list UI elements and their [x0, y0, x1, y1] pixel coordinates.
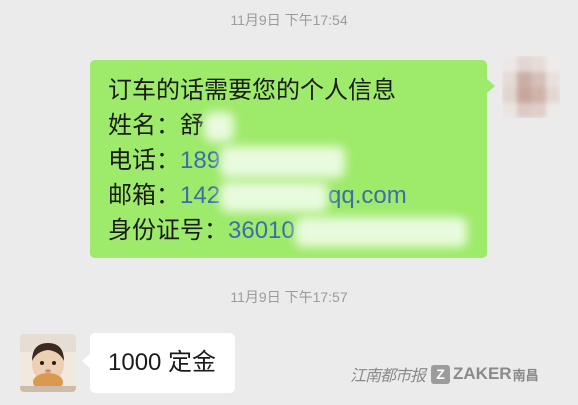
sent-message-bubble[interactable]: 订车的话需要您的个人信息 姓名：舒 电话：189 邮箱：142 qq.com 身份…	[90, 60, 495, 258]
message-line-id: 身份证号：36010	[108, 213, 487, 248]
email-link-start[interactable]: 142	[180, 182, 220, 209]
received-message-bubble[interactable]: 1000 定金	[82, 333, 235, 393]
zaker-logo-icon: Z	[431, 364, 451, 384]
received-message-text: 1000 定金	[108, 349, 217, 376]
pixelated-avatar-image	[502, 56, 560, 118]
redaction-blur	[204, 111, 234, 142]
email-link-end[interactable]: qq.com	[328, 182, 407, 209]
phone-label: 电话：	[108, 147, 180, 174]
zaker-city-text: 南昌	[512, 367, 539, 383]
newspaper-logo: 江南都市报	[350, 366, 426, 385]
message-line-phone: 电话：189	[108, 143, 487, 178]
watermark: 江南都市报 Z ZAKER 南昌	[350, 361, 539, 387]
id-label: 身份证号：	[108, 217, 228, 244]
name-value: 舒	[180, 112, 204, 139]
phone-link[interactable]: 189	[180, 147, 220, 174]
name-label: 姓名：	[108, 112, 180, 139]
message-line-name: 姓名：舒	[108, 108, 487, 143]
redaction-blur	[294, 216, 467, 247]
redaction-blur	[220, 145, 346, 178]
id-number-link[interactable]: 36010	[228, 217, 295, 244]
email-label: 邮箱：	[108, 182, 180, 209]
contact-avatar[interactable]	[20, 334, 76, 392]
baby-photo-image	[20, 334, 76, 392]
message-line-intro: 订车的话需要您的个人信息	[108, 73, 487, 108]
self-avatar[interactable]	[502, 56, 560, 118]
message-timestamp: 11月9日 下午17:54	[230, 12, 348, 28]
intro-text: 订车的话需要您的个人信息	[108, 77, 396, 104]
redaction-blur	[220, 181, 329, 212]
message-timestamp: 11月9日 下午17:57	[230, 289, 348, 305]
message-line-email: 邮箱：142 qq.com	[108, 178, 487, 213]
zaker-brand-text: ZAKER	[453, 364, 512, 383]
